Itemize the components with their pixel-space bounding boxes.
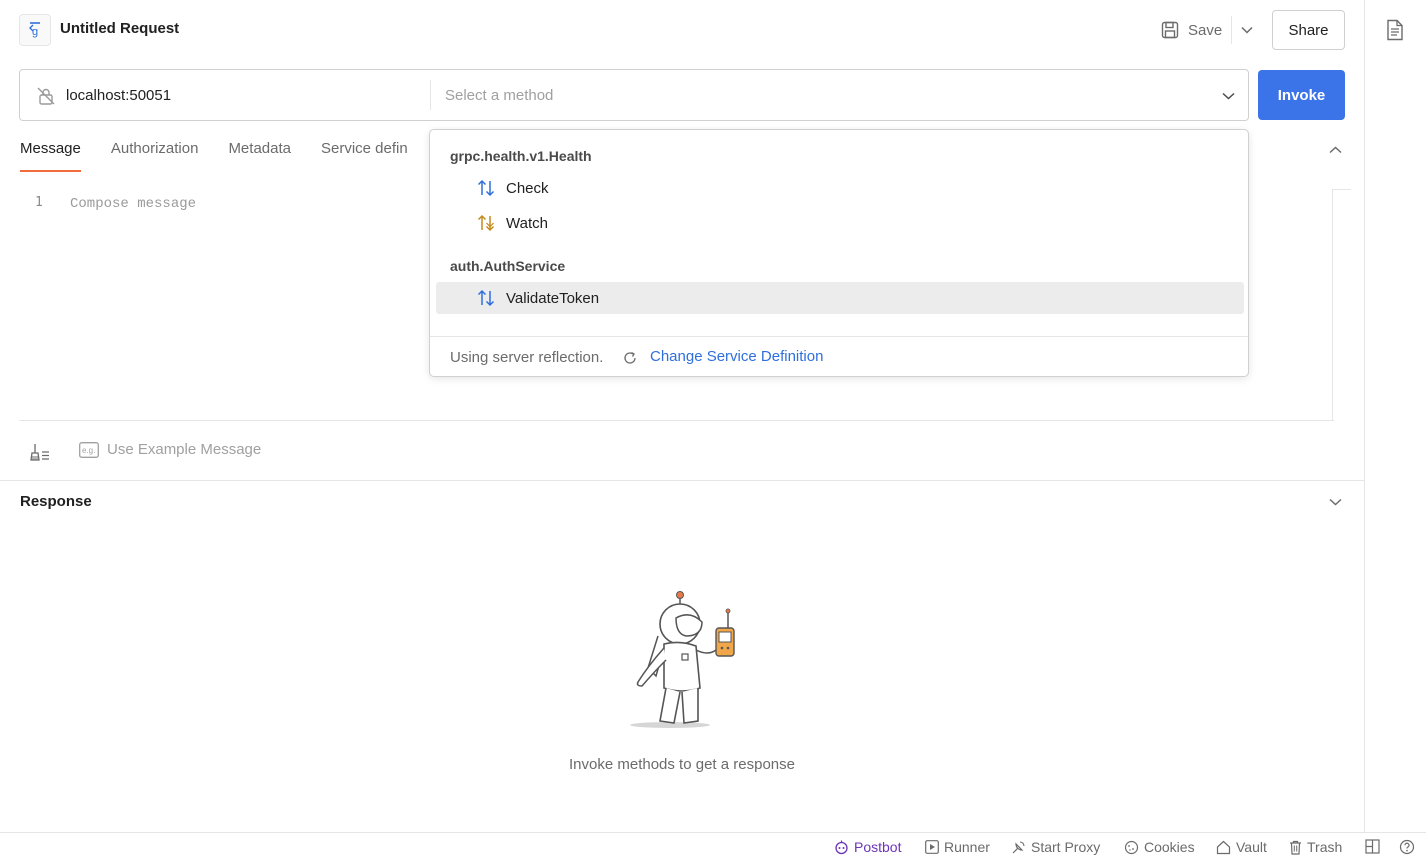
- method-label: ValidateToken: [506, 290, 600, 307]
- save-label: Save: [1188, 21, 1223, 39]
- runner-play-icon: [925, 840, 939, 854]
- editor-placeholder[interactable]: Compose message: [70, 196, 196, 212]
- server-url-input[interactable]: localhost:50051: [66, 87, 171, 104]
- help-icon[interactable]: [1399, 839, 1415, 855]
- postbot-label: Postbot: [854, 839, 902, 855]
- service-group-header: auth.AuthService: [450, 258, 566, 274]
- right-sidebar: [1365, 0, 1426, 832]
- method-label: Check: [506, 180, 549, 197]
- save-icon: [1161, 21, 1179, 39]
- chevron-down-icon[interactable]: [1217, 86, 1239, 106]
- trash-label: Trash: [1307, 839, 1343, 855]
- method-item-watch[interactable]: Watch: [436, 207, 1244, 239]
- grpc-request-icon: g: [19, 14, 51, 46]
- documentation-icon[interactable]: [1384, 19, 1406, 41]
- divider: [1231, 16, 1232, 44]
- no-tls-lock-icon[interactable]: [36, 86, 56, 106]
- vault-button[interactable]: Vault: [1216, 839, 1267, 855]
- method-label: Watch: [506, 215, 548, 232]
- save-button[interactable]: Save: [1156, 14, 1226, 46]
- tab-metadata[interactable]: Metadata: [228, 140, 291, 172]
- response-empty-text: Invoke methods to get a response: [569, 756, 795, 773]
- editor-scrollbar[interactable]: [1332, 189, 1351, 420]
- request-tabs: Message Authorization Metadata Service d…: [20, 140, 438, 172]
- line-number: 1: [35, 195, 43, 210]
- astronaut-illustration: [620, 588, 750, 728]
- divider: [0, 480, 1365, 481]
- response-title: Response: [20, 493, 92, 510]
- url-bar: localhost:50051 Select a method: [19, 69, 1249, 121]
- method-dropdown: grpc.health.v1.Health Check Watch auth.A…: [429, 129, 1249, 377]
- trash-icon: [1290, 840, 1301, 855]
- runner-button[interactable]: Runner: [925, 839, 990, 855]
- request-title[interactable]: Untitled Request: [60, 20, 179, 37]
- request-header: g Untitled Request Save Share: [0, 0, 1365, 60]
- vault-label: Vault: [1236, 839, 1267, 855]
- divider: [430, 80, 431, 110]
- service-group-header: grpc.health.v1.Health: [450, 148, 592, 164]
- cookie-icon: [1124, 840, 1139, 854]
- refresh-icon[interactable]: [622, 350, 638, 366]
- method-select[interactable]: Select a method: [445, 87, 553, 104]
- beautify-broom-icon[interactable]: [29, 441, 51, 463]
- cookies-button[interactable]: Cookies: [1124, 839, 1195, 855]
- method-item-check[interactable]: Check: [436, 172, 1244, 204]
- two-pane-layout-icon[interactable]: [1365, 839, 1381, 855]
- start-proxy-label: Start Proxy: [1031, 839, 1101, 855]
- tab-authorization[interactable]: Authorization: [111, 140, 199, 172]
- postbot-button[interactable]: Postbot: [834, 839, 901, 855]
- svg-text:g: g: [32, 26, 38, 38]
- tab-service-definition[interactable]: Service defin: [321, 140, 408, 172]
- use-example-message-button[interactable]: e.g. Use Example Message: [79, 441, 261, 458]
- chevron-down-icon[interactable]: [1325, 493, 1345, 511]
- unary-arrows-icon: [477, 289, 495, 307]
- cookies-label: Cookies: [1144, 839, 1195, 855]
- example-icon: e.g.: [79, 441, 99, 458]
- use-example-label: Use Example Message: [107, 441, 262, 458]
- postbot-icon: [835, 840, 848, 854]
- svg-text:e.g.: e.g.: [82, 446, 95, 455]
- share-button[interactable]: Share: [1272, 10, 1345, 50]
- start-proxy-button[interactable]: Start Proxy: [1011, 839, 1100, 855]
- change-service-definition-link[interactable]: Change Service Definition: [650, 348, 823, 365]
- trash-button[interactable]: Trash: [1289, 839, 1342, 855]
- proxy-satellite-icon: [1012, 840, 1025, 853]
- main-panel: g Untitled Request Save Share localhost:…: [0, 0, 1365, 832]
- chevron-up-icon[interactable]: [1325, 141, 1345, 159]
- invoke-button[interactable]: Invoke: [1258, 70, 1345, 120]
- divider: [430, 336, 1248, 337]
- server-streaming-arrows-icon: [477, 214, 495, 232]
- status-bar: Postbot Runner Start Proxy Cookies Vault: [0, 832, 1426, 860]
- tab-message[interactable]: Message: [20, 140, 81, 172]
- vault-home-icon: [1216, 840, 1231, 854]
- unary-arrows-icon: [477, 179, 495, 197]
- save-options-chevron-down-icon[interactable]: [1236, 18, 1258, 42]
- reflection-status-text: Using server reflection.: [450, 349, 604, 366]
- method-item-validate-token[interactable]: ValidateToken: [436, 282, 1244, 314]
- runner-label: Runner: [944, 839, 990, 855]
